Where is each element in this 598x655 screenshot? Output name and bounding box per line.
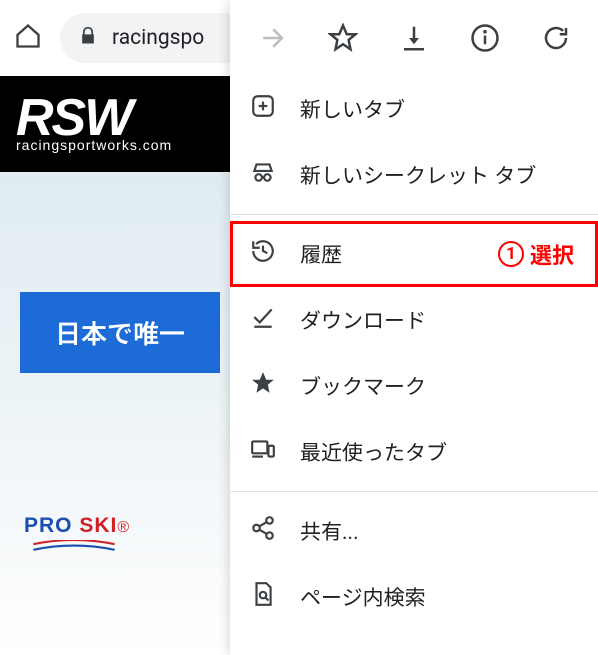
menu-item-label: ページ内検索 — [300, 582, 426, 612]
menu-item-new-tab[interactable]: 新しいタブ — [230, 76, 598, 142]
menu-item-label: 新しいシークレット タブ — [300, 160, 536, 190]
menu-item-recent-tabs[interactable]: 最近使ったタブ — [230, 419, 598, 485]
download-icon[interactable] — [399, 23, 429, 57]
pro-ski-logo: PRO SKI® — [24, 514, 129, 559]
menu-item-label: ブックマーク — [300, 371, 426, 401]
site-logo-sub: racingsportworks.com — [16, 137, 172, 153]
menu-toolbar — [230, 14, 598, 76]
share-icon — [250, 515, 276, 547]
home-icon[interactable] — [14, 22, 42, 54]
menu-item-bookmarks[interactable]: ブックマーク — [230, 353, 598, 419]
menu-item-share[interactable]: 共有... — [230, 498, 598, 564]
info-icon[interactable] — [470, 23, 500, 57]
star-filled-icon — [250, 370, 276, 402]
incognito-icon — [250, 159, 276, 191]
url-text: racingspo — [112, 26, 204, 50]
menu-item-history[interactable]: 履歴 1 選択 — [230, 221, 598, 287]
history-icon — [250, 238, 276, 270]
annotation-text: 選択 — [530, 238, 574, 270]
menu-item-label: 履歴 — [300, 239, 342, 269]
menu-item-label: ダウンロード — [300, 305, 426, 335]
menu-item-label: 共有... — [300, 516, 359, 546]
annotation-number: 1 — [498, 241, 524, 267]
plus-square-icon — [250, 93, 276, 125]
annotation-label: 1 選択 — [498, 238, 574, 270]
overflow-menu: 新しいタブ 新しいシークレット タブ 履歴 1 選択 ダウンロード ブックマーク — [230, 0, 598, 655]
menu-item-downloads[interactable]: ダウンロード — [230, 287, 598, 353]
menu-item-label: 最近使ったタブ — [300, 437, 447, 467]
forward-icon[interactable] — [257, 23, 287, 57]
menu-item-find[interactable]: ページ内検索 — [230, 564, 598, 630]
menu-separator — [230, 491, 598, 492]
star-icon[interactable] — [328, 23, 358, 57]
menu-item-label: 新しいタブ — [300, 94, 405, 124]
cta-banner[interactable]: 日本で唯一 — [20, 292, 220, 373]
find-in-page-icon — [250, 581, 276, 613]
menu-item-incognito[interactable]: 新しいシークレット タブ — [230, 142, 598, 208]
menu-separator — [230, 214, 598, 215]
reload-icon[interactable] — [541, 23, 571, 57]
download-done-icon — [250, 304, 276, 336]
devices-icon — [250, 436, 276, 468]
site-logo: RSW — [16, 95, 172, 142]
lock-icon — [78, 26, 98, 50]
